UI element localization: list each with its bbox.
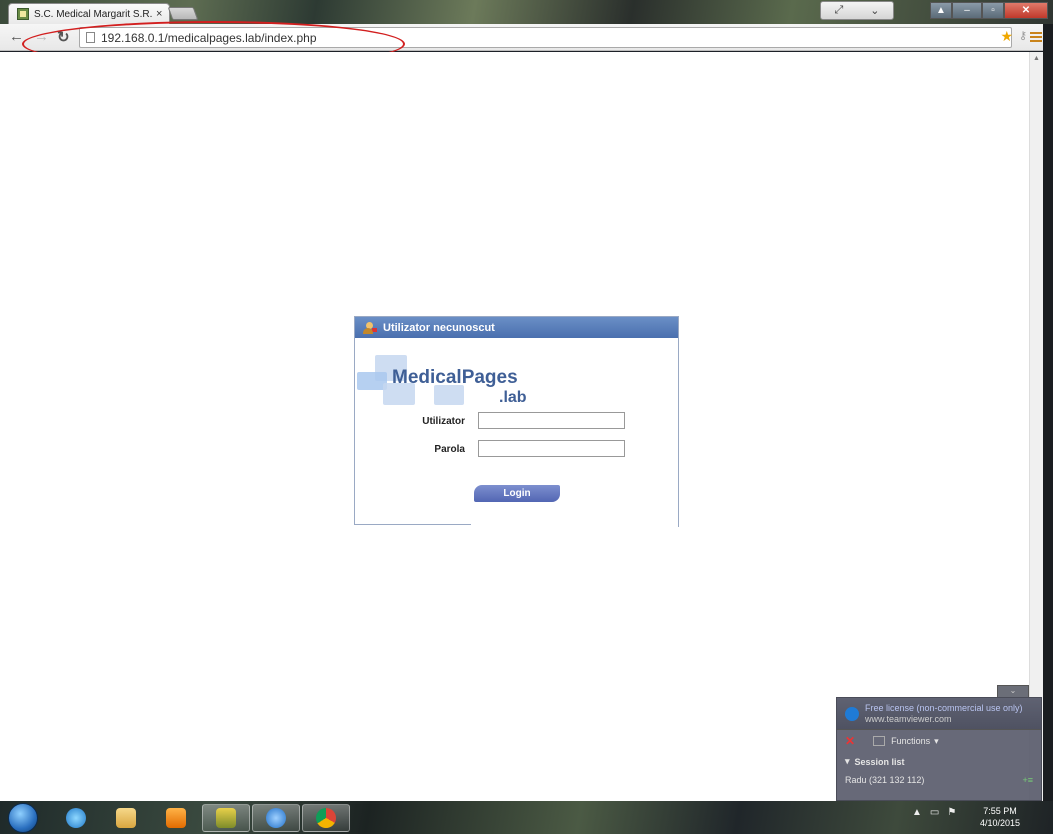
clock-date: 4/10/2015 bbox=[979, 818, 1021, 828]
teamviewer-subtitle: www.teamviewer.com bbox=[865, 713, 952, 724]
user-profile-icon[interactable]: ▲ bbox=[930, 2, 952, 19]
maximize-button[interactable]: ▫ bbox=[982, 2, 1004, 19]
unknown-user-icon bbox=[363, 321, 377, 334]
medicalpages-logo: MedicalPages .lab bbox=[355, 355, 555, 409]
window-titlebar: S.C. Medical Margarit S.R. × ⤢ ⌄ ▲ – ▫ ✕ bbox=[0, 0, 1053, 24]
windows-taskbar: ▲ ▭ ⚑ 7:55 PM 4/10/2015 bbox=[0, 801, 1053, 834]
scroll-up-icon[interactable]: ▲ bbox=[1033, 55, 1040, 62]
chevron-down-icon[interactable]: ⌄ bbox=[870, 4, 879, 17]
window-mode-buttons[interactable]: ⤢ ⌄ bbox=[820, 1, 894, 20]
session-entry[interactable]: Radu (321 132 112) +≡ bbox=[837, 771, 1041, 789]
teamviewer-header: Free license (non-commercial use only) w… bbox=[837, 698, 1041, 730]
minimize-button[interactable]: – bbox=[952, 2, 982, 19]
functions-icon bbox=[873, 736, 886, 746]
system-tray: ▲ ▭ ⚑ bbox=[912, 807, 956, 818]
clock-time: 7:55 PM bbox=[983, 806, 1017, 816]
login-panel: Utilizator necunoscut MedicalPages .lab … bbox=[354, 316, 679, 527]
new-tab-button[interactable] bbox=[167, 7, 199, 20]
url-text: 192.168.0.1/medicalpages.lab/index.php bbox=[101, 30, 317, 45]
browser-toolbar: ← → ↻ 192.168.0.1/medicalpages.lab/index… bbox=[0, 24, 1053, 51]
username-label: Utilizator bbox=[422, 416, 465, 427]
vertical-scrollbar[interactable]: ▲ bbox=[1029, 52, 1043, 801]
network-icon[interactable]: ▭ bbox=[930, 807, 939, 818]
browser-tab[interactable]: S.C. Medical Margarit S.R. × bbox=[8, 3, 170, 24]
tab-close-icon[interactable]: × bbox=[156, 8, 162, 20]
logo-text-suffix: .lab bbox=[499, 389, 527, 406]
fullscreen-icon[interactable]: ⤢ bbox=[834, 4, 843, 17]
username-input[interactable] bbox=[478, 412, 625, 429]
teamviewer-logo-icon bbox=[845, 706, 859, 721]
panel-title: Utilizator necunoscut bbox=[383, 321, 495, 334]
chrome-taskbar-icon[interactable] bbox=[302, 804, 350, 832]
action-center-flag-icon[interactable]: ⚑ bbox=[947, 807, 956, 818]
medicalpages-app-icon[interactable] bbox=[202, 804, 250, 832]
reload-icon[interactable]: ↻ bbox=[57, 28, 70, 46]
site-favicon-icon bbox=[17, 8, 29, 20]
teamviewer-title: Free license (non-commercial use only) bbox=[865, 702, 1023, 713]
media-player-icon[interactable] bbox=[152, 804, 200, 832]
window-controls: ▲ – ▫ ✕ bbox=[930, 2, 1048, 19]
collapse-icon[interactable]: ▾ bbox=[845, 756, 850, 767]
system-clock[interactable]: 7:55 PM 4/10/2015 bbox=[970, 805, 1030, 829]
login-panel-header: Utilizator necunoscut bbox=[355, 317, 678, 338]
key-icon[interactable]: ⚷ bbox=[1019, 29, 1027, 42]
session-list-header[interactable]: ▾ Session list bbox=[837, 752, 1041, 771]
forward-arrow-icon[interactable]: → bbox=[34, 28, 49, 45]
login-button[interactable]: Login bbox=[474, 485, 560, 502]
tab-title: S.C. Medical Margarit S.R. bbox=[34, 8, 152, 20]
bookmark-star-icon[interactable]: ★ bbox=[1000, 28, 1013, 45]
logo-text: MedicalPages bbox=[392, 367, 518, 388]
teamviewer-actions: ✕ Functions ▾ bbox=[837, 730, 1041, 752]
browser-menu-icon[interactable] bbox=[1030, 32, 1042, 42]
close-window-button[interactable]: ✕ bbox=[1004, 2, 1048, 19]
close-session-icon[interactable]: ✕ bbox=[845, 734, 855, 748]
file-explorer-icon[interactable] bbox=[102, 804, 150, 832]
panel-footer bbox=[471, 515, 679, 527]
session-entry-label: Radu (321 132 112) bbox=[845, 775, 925, 785]
teamviewer-panel: Free license (non-commercial use only) w… bbox=[836, 697, 1042, 801]
back-arrow-icon[interactable]: ← bbox=[9, 28, 24, 45]
desktop-edge bbox=[1043, 24, 1053, 801]
functions-menu[interactable]: Functions bbox=[891, 736, 930, 746]
password-input[interactable] bbox=[478, 440, 625, 457]
password-label: Parola bbox=[434, 444, 465, 455]
page-icon bbox=[86, 32, 95, 43]
address-bar[interactable]: 192.168.0.1/medicalpages.lab/index.php bbox=[79, 27, 1012, 48]
show-hidden-icons-icon[interactable]: ▲ bbox=[912, 807, 922, 818]
chevron-down-icon[interactable]: ▾ bbox=[934, 736, 939, 747]
internet-explorer-icon[interactable] bbox=[52, 804, 100, 832]
session-list-label: Session list bbox=[854, 756, 905, 767]
start-button[interactable] bbox=[8, 803, 38, 833]
teamviewer-taskbar-icon[interactable] bbox=[252, 804, 300, 832]
add-session-icon[interactable]: +≡ bbox=[1022, 775, 1033, 785]
